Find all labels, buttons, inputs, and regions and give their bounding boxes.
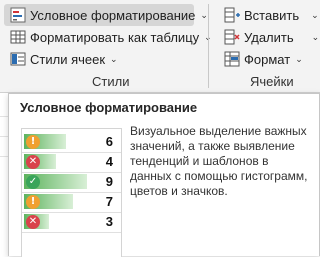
cell-styles-icon [10, 51, 26, 67]
warning-icon: ! [26, 195, 40, 209]
preview-value: 7 [105, 194, 113, 209]
group-separator [208, 4, 209, 88]
conditional-formatting-button[interactable]: Условное форматирование ⌄ [4, 4, 208, 26]
warning-icon: ! [26, 135, 40, 149]
preview-row: ✕ 4 [22, 152, 121, 173]
check-circle-icon: ✓ [26, 175, 40, 189]
cell-styles-label: Стили ячеек [30, 51, 106, 67]
format-as-table-button[interactable]: Форматировать как таблицу ⌄ [4, 26, 212, 48]
preview-value: 9 [105, 174, 113, 189]
delete-label: Удалить [244, 29, 294, 45]
format-label: Формат [244, 51, 291, 67]
chevron-down-icon: ⌄ [311, 31, 320, 42]
table-icon [10, 29, 26, 45]
preview-value: 4 [105, 154, 113, 169]
delete-cells-icon [224, 29, 240, 45]
chevron-down-icon: ⌄ [311, 9, 319, 20]
cell-styles-button[interactable]: Стили ячеек ⌄ [4, 48, 118, 70]
preview-row: ✓ 9 [22, 172, 121, 193]
chevron-down-icon: ⌄ [110, 53, 118, 64]
preview-row: ✕ 3 [22, 212, 121, 233]
tooltip-description: Визуальное выделение важных значений, а … [130, 124, 308, 198]
preview-row: ! 6 [22, 132, 121, 153]
insert-label: Вставить [244, 7, 300, 23]
preview-value: 3 [105, 214, 113, 229]
format-as-table-label: Форматировать как таблицу [30, 29, 200, 45]
format-cells-icon [224, 51, 240, 67]
delete-button[interactable]: Удалить ⌄ [218, 26, 319, 48]
conditional-formatting-label: Условное форматирование [30, 7, 196, 23]
x-circle-icon: ✕ [26, 215, 40, 229]
insert-button[interactable]: Вставить ⌄ [218, 4, 319, 26]
styles-group-label: Стили [92, 74, 130, 89]
conditional-formatting-icon [10, 7, 26, 23]
chevron-down-icon: ⌄ [200, 9, 208, 20]
ribbon: Условное форматирование ⌄ Форматировать … [0, 0, 320, 92]
tooltip-title: Условное форматирование [20, 100, 198, 115]
format-button[interactable]: Формат ⌄ [218, 48, 303, 70]
insert-cells-icon [224, 7, 240, 23]
chevron-down-icon: ⌄ [295, 53, 303, 64]
preview-row: ! 7 [22, 192, 121, 213]
cells-group-label: Ячейки [250, 74, 294, 89]
x-circle-icon: ✕ [26, 155, 40, 169]
tooltip-preview-image: ! 6 ✕ 4 ✓ 9! 7 ✕ 3 [21, 128, 122, 257]
preview-value: 6 [105, 134, 113, 149]
conditional-formatting-tooltip: Условное форматирование ! 6 ✕ 4 ✓ 9! 7 ✕ 3 Визуа… [8, 93, 320, 257]
